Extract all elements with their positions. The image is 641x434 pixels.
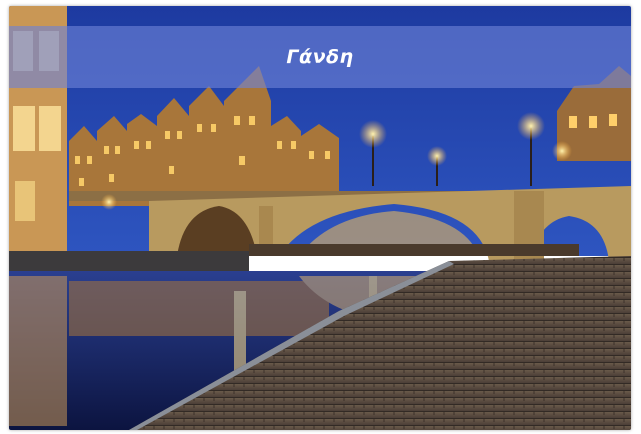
title-banner: Γάνδη — [9, 26, 631, 88]
photo-card[interactable]: Γάνδη — [9, 6, 631, 430]
card-title: Γάνδη — [286, 46, 354, 68]
